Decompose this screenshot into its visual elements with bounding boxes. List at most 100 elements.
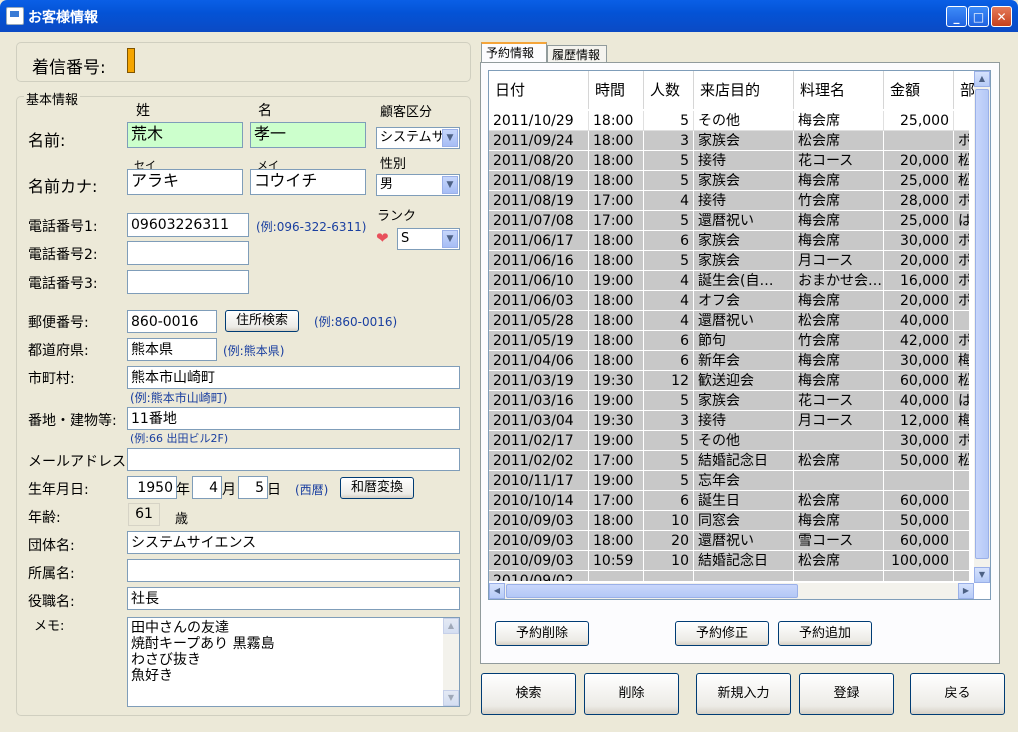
tab-reservation[interactable]: 予約情報 [481, 42, 547, 63]
table-row[interactable]: 2011/06/0318:004オフ会梅会席20,000ボ [489, 291, 969, 311]
memo-scrollbar[interactable]: ▲ ▼ [443, 618, 459, 706]
scroll-down-icon[interactable]: ▼ [974, 567, 990, 583]
cell-dish: 竹会席 [794, 191, 884, 211]
register-button[interactable]: 登録 [799, 673, 894, 715]
table-row[interactable]: 2011/08/1917:004接待竹会席28,000ボ [489, 191, 969, 211]
table-row[interactable]: 2010/09/03 10:59 10 結婚記念日 松会席 100,000 [489, 551, 969, 571]
table-row[interactable]: 2011/10/29 18:00 5 その他 梅会席 25,000 [489, 111, 969, 131]
scroll-thumb[interactable] [506, 584, 798, 598]
table-row[interactable]: 2011/02/1719:005その他 30,000ボ [489, 431, 969, 451]
age-unit: 歳 [175, 512, 189, 527]
header-dish[interactable]: 料理名 [794, 71, 884, 109]
cell-dish: 梅会席 [794, 211, 884, 231]
job-title-field[interactable]: 社長 [127, 587, 460, 610]
cell-purpose: 同窓会 [694, 511, 794, 531]
col-mei-label: 名 [258, 103, 272, 119]
header-people[interactable]: 人数 [644, 71, 694, 109]
table-row[interactable]: 2011/06/1618:005家族会月コース20,000ボ [489, 251, 969, 271]
birth-day-field[interactable]: 5 [238, 476, 268, 499]
cell-amount: 60,000 [884, 491, 954, 511]
table-row[interactable]: 2010/09/02 [489, 571, 969, 581]
header-amount[interactable]: 金額 [884, 71, 954, 109]
phone3-label: 電話番号3: [28, 276, 98, 292]
reservation-grid[interactable]: 日付 時間 人数 来店目的 料理名 金額 部 2011/10/29 18:00 5 そ… [488, 70, 991, 600]
table-row[interactable]: 2010/09/03 18:00 20 還暦祝い 雪コース 60,000 [489, 531, 969, 551]
era-convert-button[interactable]: 和暦変換 [340, 477, 414, 499]
birth-month-field[interactable]: 4 [192, 476, 222, 499]
rank-select[interactable]: S ▼ [397, 228, 460, 250]
cell-amount: 28,000 [884, 191, 954, 211]
table-row[interactable]: 2011/03/0419:303接待月コース12,000梅 [489, 411, 969, 431]
cell-time: 18:00 [589, 231, 644, 251]
table-row[interactable]: 2011/04/0618:006新年会梅会席30,000梅 [489, 351, 969, 371]
back-button[interactable]: 戻る [910, 673, 1005, 715]
group-name-field[interactable]: システムサイエンス [127, 531, 460, 554]
table-row[interactable]: 2010/11/17 19:00 5 忘年会 [489, 471, 969, 491]
table-row[interactable]: 2011/08/2018:005接待花コース20,000松 [489, 151, 969, 171]
customer-category-select[interactable]: システムサ- ▼ [376, 127, 460, 149]
table-row[interactable]: 2011/03/1619:005家族会花コース40,000は [489, 391, 969, 411]
dept-field[interactable] [127, 559, 460, 582]
postal-field[interactable]: 860-0016 [127, 310, 217, 333]
cell-time: 18:00 [589, 131, 644, 151]
gender-select[interactable]: 男 ▼ [376, 174, 460, 196]
new-entry-button[interactable]: 新規入力 [696, 673, 791, 715]
first-name-field[interactable]: 孝一 [250, 122, 366, 148]
tab-history[interactable]: 履歴情報 [547, 45, 607, 63]
minimize-button[interactable]: _ [946, 6, 967, 27]
table-row[interactable]: 2011/02/0217:005結婚記念日松会席50,000松 [489, 451, 969, 471]
scroll-down-icon[interactable]: ▼ [443, 690, 459, 706]
search-button[interactable]: 検索 [481, 673, 576, 715]
table-row[interactable]: 2010/09/03 18:00 10 同窓会 梅会席 50,000 [489, 511, 969, 531]
table-row[interactable]: 2011/06/1019:004誕生会(自…おまかせ会…16,000ボ [489, 271, 969, 291]
table-row[interactable]: 2011/08/1918:005家族会梅会席25,000松 [489, 171, 969, 191]
scroll-left-icon[interactable]: ◀ [489, 583, 505, 599]
phone2-field[interactable] [127, 241, 249, 265]
address-search-button[interactable]: 住所検索 [225, 310, 299, 332]
pref-field[interactable]: 熊本県 [127, 338, 217, 361]
grid-horizontal-scrollbar[interactable]: ◀ ▶ [489, 583, 974, 599]
memo-textarea[interactable]: 田中さんの友達 焼酎キープあり 黒霧島 わさび抜き 魚好き ▲ ▼ [127, 617, 460, 707]
first-kana-field[interactable]: コウイチ [250, 169, 366, 195]
delete-button[interactable]: 削除 [584, 673, 679, 715]
grid-vertical-scrollbar[interactable]: ▲ ▼ [974, 71, 990, 583]
maximize-button[interactable]: □ [968, 6, 989, 27]
cell-dish: 梅会席 [794, 291, 884, 311]
table-row[interactable]: 2011/09/2418:003家族会松会席 ボ [489, 131, 969, 151]
header-date[interactable]: 日付 [489, 71, 589, 109]
phone1-field[interactable]: 09603226311 [127, 213, 249, 237]
table-row[interactable]: 2011/07/0817:005還暦祝い梅会席25,000は [489, 211, 969, 231]
table-row[interactable]: 2011/05/28 18:00 4 還暦祝い 松会席 40,000 [489, 311, 969, 331]
cell-people: 4 [644, 191, 694, 211]
street-field[interactable]: 11番地 [127, 407, 460, 430]
table-row[interactable]: 2011/03/1919:3012歓送迎会梅会席60,000松 [489, 371, 969, 391]
mail-field[interactable] [127, 448, 460, 471]
cell-dish: 松会席 [794, 551, 884, 571]
last-kana-field[interactable]: アラキ [127, 169, 243, 195]
cell-dish: 梅会席 [794, 171, 884, 191]
app-icon [6, 7, 24, 25]
scroll-up-icon[interactable]: ▲ [443, 618, 459, 634]
cell-people: 5 [644, 171, 694, 191]
cell-time: 18:00 [589, 331, 644, 351]
birth-year-field[interactable]: 1950 [127, 476, 177, 499]
cell-amount: 42,000 [884, 331, 954, 351]
phone3-field[interactable] [127, 270, 249, 294]
header-time[interactable]: 時間 [589, 71, 644, 109]
reservation-delete-button[interactable]: 予約削除 [495, 621, 589, 646]
cell-purpose: 節句 [694, 331, 794, 351]
scroll-thumb[interactable] [975, 89, 989, 559]
table-row[interactable]: 2010/10/14 17:00 6 誕生日 松会席 60,000 [489, 491, 969, 511]
last-name-field[interactable]: 荒木 [127, 122, 243, 148]
scroll-right-icon[interactable]: ▶ [958, 583, 974, 599]
table-row[interactable]: 2011/05/1918:006節句竹会席42,000ボ [489, 331, 969, 351]
memo-line: 魚好き [131, 668, 173, 684]
cell-room: ボ [954, 191, 969, 211]
close-button[interactable]: ✕ [991, 6, 1012, 27]
city-field[interactable]: 熊本市山崎町 [127, 366, 460, 389]
table-row[interactable]: 2011/06/1718:006家族会梅会席30,000ボ [489, 231, 969, 251]
scroll-up-icon[interactable]: ▲ [974, 71, 990, 87]
header-purpose[interactable]: 来店目的 [694, 71, 794, 109]
reservation-modify-button[interactable]: 予約修正 [675, 621, 769, 646]
reservation-add-button[interactable]: 予約追加 [778, 621, 872, 646]
